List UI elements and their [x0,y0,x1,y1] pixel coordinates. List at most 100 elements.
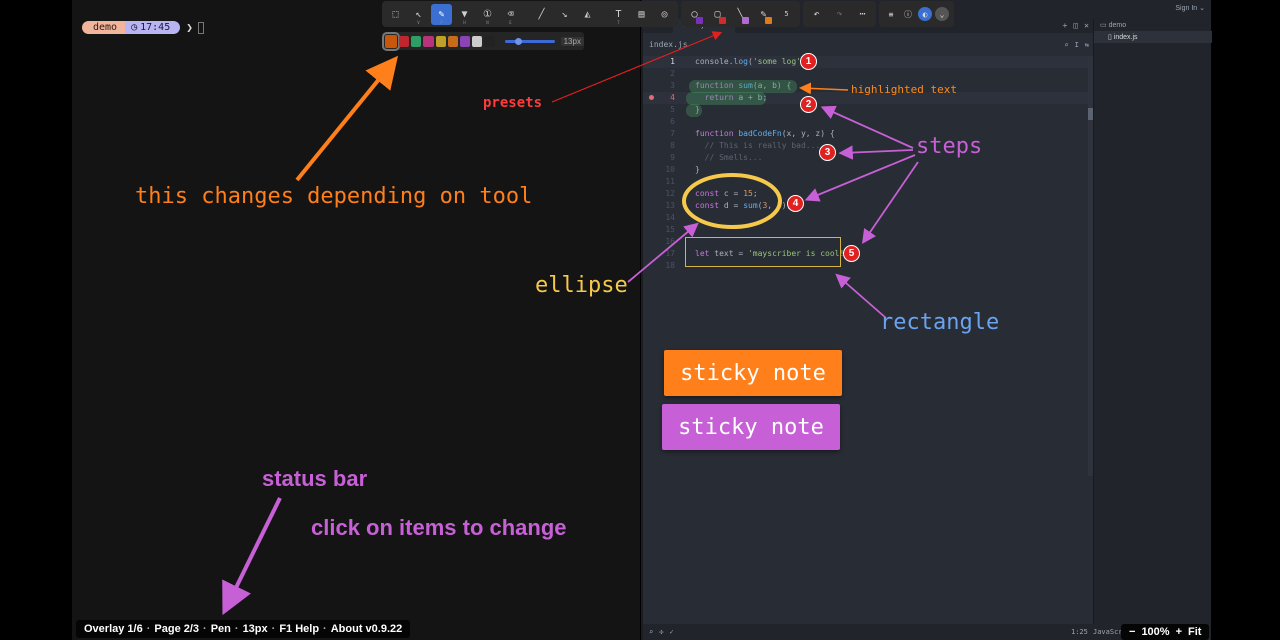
code-line[interactable]: 8 // This is really bad... [643,140,1088,152]
zoom-level[interactable]: 100% [1141,624,1169,640]
collapse-icon[interactable]: ⌄ [935,7,949,21]
replace-icon[interactable]: ⇆ [1085,38,1089,52]
zoom-in-button[interactable]: + [1176,624,1182,640]
sign-in-link[interactable]: Sign In ⌄ [1175,4,1205,12]
sticky-tool[interactable]: ▤ [631,4,652,25]
prompt-caret: ❯ [186,21,193,34]
color-swatch[interactable] [399,35,410,47]
cursor-position[interactable]: 1:25 [1071,624,1088,640]
color-swatch[interactable] [411,35,422,47]
select-tool-icon: ⬚ [392,8,399,20]
tree-folder-demo[interactable]: ▭ demo [1100,21,1126,29]
ellipse-label: ellipse [535,273,628,298]
code-line[interactable]: 9 // Smells... [643,152,1088,164]
theme-icon[interactable]: ◐ [918,7,932,21]
breakpoint-icon[interactable] [649,95,654,100]
tree-file-index-js[interactable]: ▯ index.js [1108,33,1138,41]
sticky-tool-icon: ▤ [638,8,645,20]
code-line[interactable]: 12 const c = 15; [643,188,1088,200]
code-line[interactable]: 11 [643,176,1088,188]
preset-line[interactable]: ╲ [730,4,751,25]
preset-ellipse[interactable]: ◯ [684,4,705,25]
shapes-tool[interactable]: ◭ [577,4,598,25]
steps-label: steps [916,134,983,159]
color-swatch[interactable] [447,35,458,47]
status-page[interactable]: Page 2/3 [154,620,199,638]
search-icon[interactable]: ⌕ [1064,38,1068,52]
status-separator: · [146,623,151,635]
code-line[interactable]: 14 [643,212,1088,224]
code-line[interactable]: 13 const d = sum(3, 5); [643,200,1088,212]
code-line[interactable]: 5} [643,104,1088,116]
editor-status-icons: ⌕ ✣ ✓ [649,624,674,640]
code-line[interactable]: 15 [643,224,1088,236]
prompt-time-segment: ◷ 17:45 [125,21,181,34]
settings-icon[interactable]: ✣ [659,624,663,640]
status-size[interactable]: 13px [243,620,268,638]
text-tool[interactable]: TT [608,4,629,25]
color-swatch[interactable] [423,35,434,47]
menu-icon[interactable]: ≡ [884,7,898,21]
terminal-pane[interactable]: demo ◷ 17:45 ❯ Overlay 1/6 · Page 2/3 · … [72,0,640,640]
folder-icon: ▭ [1100,22,1107,29]
more-button[interactable]: ⋯ [852,4,873,25]
line-tool[interactable]: ╱ [531,4,552,25]
step-tool[interactable]: ①N [477,4,498,25]
status-overlay[interactable]: Overlay 1/6 [84,620,143,638]
color-swatch[interactable] [381,31,401,51]
status-help[interactable]: F1 Help [279,620,319,638]
eraser-tool[interactable]: ⌫ E [500,4,521,25]
arrow-tool[interactable]: ↘ [554,4,575,25]
tool-note-label: this changes depending on tool [135,184,533,209]
blur-tool-icon: ◎ [661,8,668,20]
color-swatch[interactable] [472,35,483,47]
size-slider[interactable] [504,37,555,45]
status-tool[interactable]: Pen [211,620,231,638]
zoom-icon[interactable]: ⌕ [649,624,653,640]
line-number: 14 [665,213,675,222]
code-text: // This is really bad... [704,141,821,150]
blur-tool[interactable]: ◎ [654,4,675,25]
close-icon[interactable]: ✕ [1084,21,1089,30]
cursor-icon[interactable]: I [1075,38,1079,52]
check-icon[interactable]: ✓ [669,624,673,640]
code-text: const d = sum(3, 5); [695,201,791,210]
color-swatch[interactable] [459,35,471,47]
new-tab-icon[interactable]: + [1063,21,1068,30]
file-breadcrumb: index.js ⌕ I ⇆ [643,38,1093,52]
undo-button[interactable]: ↶ [806,4,827,25]
file-tree-sidebar: ▭ demo ▯ index.js [1093,19,1212,640]
code-line[interactable]: 7 function badCodeFn(x, y, z) { [643,128,1088,140]
color-swatch[interactable] [435,35,446,47]
line-number: 6 [670,117,675,126]
arrow-tool-icon: ↘ [561,8,568,20]
presets-label: presets [483,95,543,111]
preset-rectangle[interactable]: ▢ [707,4,728,25]
slider-knob[interactable] [515,37,523,45]
shapes-tool-icon: ◭ [584,8,591,20]
zoom-out-button[interactable]: − [1129,624,1135,640]
color-swatch[interactable] [484,35,495,47]
step-marker-5: 5 [843,245,860,262]
info-icon[interactable]: ⓘ [901,7,915,21]
hotkey-hint: P [440,19,443,25]
highlighter-tool[interactable]: ▼ H [454,4,475,25]
pen-tool[interactable]: ✎ P [431,3,452,25]
pointer-tool[interactable]: ↖ V [408,4,429,25]
fit-button[interactable]: Fit [1188,624,1201,640]
redo-button[interactable]: ↷ [829,4,850,25]
status-about[interactable]: About v0.9.22 [331,620,403,638]
preset-5[interactable]: 5 [776,4,797,25]
code-line[interactable]: 1console.log('some log'); [643,56,1088,68]
preset-pen[interactable]: ✎ [753,4,774,25]
code-line[interactable]: 6 [643,116,1088,128]
sticky-note-purple[interactable]: sticky note [662,404,840,450]
select-tool[interactable]: ⬚ [385,4,406,25]
code-line[interactable]: 2 [643,68,1088,80]
presets-group: ◯ ▢ ╲ ✎ 5 [681,1,800,27]
line-number: 12 [665,189,675,198]
split-icon[interactable]: ◫ [1073,21,1078,30]
code-line[interactable]: 10} [643,164,1088,176]
sticky-note-orange[interactable]: sticky note [664,350,842,396]
editor-statusbar: ⌕ ✣ ✓ 1:25 JavaScript − 100% + Fit [643,624,1211,640]
